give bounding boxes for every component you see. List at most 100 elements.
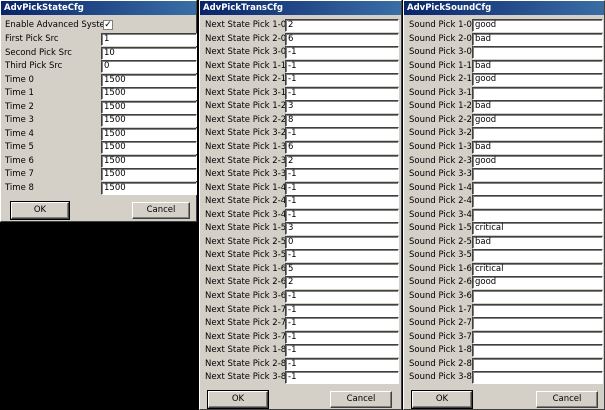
field-input[interactable]: good	[472, 276, 603, 290]
field-input[interactable]: 1500	[101, 141, 197, 154]
field-input[interactable]	[472, 303, 603, 317]
field-row: Sound Pick 2-5 bad	[409, 235, 603, 249]
field-input[interactable]: -1	[285, 127, 399, 141]
field-input[interactable]: -1	[285, 290, 399, 303]
field-input[interactable]: -1	[285, 168, 399, 182]
field-input[interactable]: good	[472, 154, 603, 168]
field-input[interactable]	[472, 371, 603, 385]
field-input[interactable]: 6	[285, 32, 399, 46]
field-input[interactable]: critical	[472, 262, 603, 276]
field-input[interactable]: -1	[285, 249, 399, 263]
field-input[interactable]	[472, 290, 603, 303]
field-input[interactable]: -1	[285, 330, 399, 344]
field-row: Sound Pick 2-4	[409, 195, 603, 209]
field-input[interactable]: 2	[285, 154, 399, 168]
field-label: Sound Pick 1-6	[409, 263, 472, 274]
field-input[interactable]: 1500	[101, 168, 197, 181]
field-input[interactable]: -1	[285, 195, 399, 209]
field-input[interactable]: critical	[472, 222, 603, 236]
field-input[interactable]	[472, 195, 603, 209]
field-input[interactable]: 0	[285, 235, 399, 249]
adv-pick-state-window: AdvPickStateCfg Enable Advanced System ✓…	[0, 0, 197, 222]
field-input[interactable]: good	[472, 73, 603, 87]
field-input[interactable]: bad	[472, 100, 603, 114]
field-row: Next State Pick 3-4 -1	[205, 208, 399, 222]
field-label: Next State Pick 3-5	[205, 250, 287, 261]
field-input[interactable]: bad	[472, 235, 603, 249]
field-input[interactable]: -1	[285, 371, 399, 385]
field-input[interactable]: bad	[472, 59, 603, 73]
field-input[interactable]	[472, 168, 603, 182]
field-input[interactable]	[472, 208, 603, 222]
field-input[interactable]: 10	[101, 46, 197, 60]
field-input[interactable]: -1	[285, 303, 399, 317]
field-input[interactable]: 8	[285, 113, 399, 127]
field-input[interactable]	[472, 357, 603, 371]
field-input[interactable]: 2	[285, 276, 399, 290]
field-input[interactable]: 2	[285, 19, 399, 32]
field-input[interactable]: -1	[285, 59, 399, 73]
field-input[interactable]: 1	[101, 33, 197, 46]
field-label: Time 8	[5, 182, 34, 193]
field-input[interactable]: -1	[285, 86, 399, 100]
field-input[interactable]: good	[472, 19, 603, 32]
field-input[interactable]: 1500	[101, 100, 197, 114]
field-input[interactable]: -1	[285, 317, 399, 331]
enable-advanced-checkbox[interactable]: ✓	[103, 20, 113, 30]
field-input[interactable]: -1	[285, 344, 399, 358]
trans-ok-button[interactable]: OK	[207, 390, 269, 409]
field-label: Next State Pick 3-2	[205, 128, 287, 139]
field-input[interactable]: bad	[472, 140, 603, 154]
field-input[interactable]: 3	[285, 222, 399, 236]
field-label: Time 1	[5, 88, 34, 98]
field-row: Sound Pick 1-7	[409, 303, 603, 317]
field-row: Sound Pick 1-0 good	[409, 19, 603, 32]
field-label: Sound Pick 1-5	[409, 223, 472, 234]
field-label: Sound Pick 3-6	[409, 291, 472, 301]
field-input[interactable]: 1500	[101, 154, 197, 168]
field-row: Next State Pick 3-0 -1	[205, 46, 399, 60]
field-input[interactable]: 1500	[101, 127, 197, 141]
field-input[interactable]: 3	[285, 100, 399, 114]
field-row: Sound Pick 2-7	[409, 317, 603, 331]
field-input[interactable]	[472, 330, 603, 344]
field-input[interactable]: -1	[285, 357, 399, 371]
field-input[interactable]: -1	[285, 181, 399, 195]
field-row: Next State Pick 2-8 -1	[205, 357, 399, 371]
field-input[interactable]	[472, 344, 603, 358]
enable-advanced-label: Enable Advanced System	[5, 20, 114, 30]
sound-cancel-button[interactable]: Cancel	[536, 391, 598, 408]
field-row: Next State Pick 2-3 2	[205, 154, 399, 168]
state-cancel-button[interactable]: Cancel	[132, 202, 190, 219]
field-label: Next State Pick 1-1	[205, 60, 287, 71]
sound-ok-button[interactable]: OK	[411, 390, 473, 409]
field-input[interactable]	[472, 86, 603, 100]
field-input[interactable]: 1500	[101, 73, 197, 87]
field-input[interactable]: 1500	[101, 181, 197, 195]
field-input[interactable]	[472, 127, 603, 141]
field-input[interactable]	[472, 46, 603, 60]
field-label: Sound Pick 3-5	[409, 250, 472, 261]
trans-cancel-button[interactable]: Cancel	[330, 391, 392, 408]
field-input[interactable]: 5	[285, 262, 399, 276]
field-input[interactable]: bad	[472, 32, 603, 46]
field-input[interactable]: -1	[285, 208, 399, 222]
field-input[interactable]: 1500	[101, 87, 197, 100]
field-input[interactable]: -1	[285, 46, 399, 60]
field-row: Next State Pick 3-7 -1	[205, 330, 399, 344]
field-input[interactable]: 1500	[101, 114, 197, 127]
field-label: Sound Pick 3-1	[409, 87, 472, 98]
field-input[interactable]: -1	[285, 73, 399, 87]
field-row: Sound Pick 2-1 good	[409, 73, 603, 87]
field-input[interactable]: good	[472, 113, 603, 127]
field-input[interactable]	[472, 249, 603, 263]
field-input[interactable]: 6	[285, 140, 399, 154]
field-input[interactable]	[472, 317, 603, 331]
field-input[interactable]: 0	[101, 60, 197, 73]
field-row: Next State Pick 1-5 3	[205, 222, 399, 236]
field-input[interactable]	[472, 181, 603, 195]
field-row: Next State Pick 1-0 2	[205, 19, 399, 32]
state-ok-button[interactable]: OK	[10, 201, 70, 220]
field-row: Sound Pick 2-6 good	[409, 276, 603, 290]
field-label: Next State Pick 2-8	[205, 358, 287, 369]
